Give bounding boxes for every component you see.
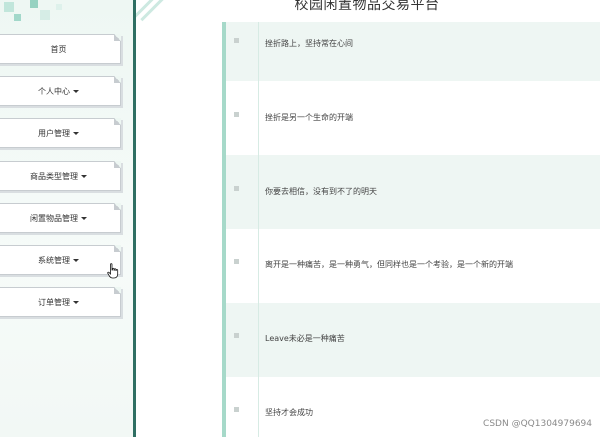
square-bullet-icon	[234, 407, 239, 412]
sidebar-item-label: 个人中心	[38, 86, 70, 96]
list-item[interactable]: Leave未必是一种痛苦	[226, 303, 600, 377]
square-bullet-icon	[234, 38, 239, 43]
list-item[interactable]: 挫折是另一个生命的开端	[226, 81, 600, 155]
sidebar-decoration	[0, 0, 133, 30]
list-item[interactable]: 挫折路上，坚持常在心间	[226, 22, 600, 81]
square-bullet-icon	[234, 186, 239, 191]
watermark-text: CSDN @QQ1304979694	[483, 419, 592, 429]
sidebar-item-label: 闲置物品管理	[30, 213, 78, 223]
list-item-text: 挫折路上，坚持常在心间	[265, 39, 353, 48]
sidebar-item-home[interactable]: 首页	[0, 34, 121, 64]
sidebar-item-product-type-management[interactable]: 商品类型管理	[0, 161, 121, 191]
list-item-text: 你要去相信，没有到不了的明天	[265, 187, 377, 196]
sidebar-item-personal-center[interactable]: 个人中心	[0, 76, 121, 106]
list-item-text: 离开是一种痛苦，是一种勇气，但同样也是一个考验，是一个新的开端	[265, 260, 513, 269]
caret-down-icon	[81, 216, 87, 220]
sidebar-item-label: 商品类型管理	[30, 171, 78, 181]
caret-down-icon	[73, 131, 79, 135]
square-bullet-icon	[234, 333, 239, 338]
caret-down-icon	[73, 89, 79, 93]
corner-fold-decoration	[114, 287, 121, 294]
sidebar-item-label: 用户管理	[38, 128, 70, 138]
sidebar: 首页 个人中心 用户管理 商品类型管理 闲置物品管理 系统管理 订单管理	[0, 0, 136, 437]
caret-down-icon	[73, 258, 79, 262]
sidebar-item-label: 系统管理	[38, 255, 70, 265]
list-item-text: 坚持才会成功	[265, 408, 313, 417]
app-root: 首页 个人中心 用户管理 商品类型管理 闲置物品管理 系统管理 订单管理 校园闲…	[0, 0, 600, 437]
corner-fold-decoration	[114, 161, 121, 168]
page-title: 校园闲置物品交易平台	[294, 0, 440, 13]
sidebar-item-idle-item-management[interactable]: 闲置物品管理	[0, 203, 121, 233]
corner-fold-decoration	[114, 34, 121, 41]
corner-fold-decoration	[114, 203, 121, 210]
content-gutter	[136, 0, 222, 437]
hand-pointer-icon	[107, 263, 119, 279]
sidebar-item-order-management[interactable]: 订单管理	[0, 287, 121, 317]
corner-fold-decoration	[114, 76, 121, 83]
gutter-decoration	[136, 0, 176, 24]
list-item[interactable]: 你要去相信，没有到不了的明天	[226, 155, 600, 229]
caret-down-icon	[81, 174, 87, 178]
sidebar-item-label: 订单管理	[38, 297, 70, 307]
sidebar-item-label: 首页	[50, 44, 67, 54]
square-bullet-icon	[234, 112, 239, 117]
square-bullet-icon	[234, 259, 239, 264]
corner-fold-decoration	[114, 118, 121, 125]
notice-list: 挫折路上，坚持常在心间 挫折是另一个生命的开端 你要去相信，没有到不了的明天 离…	[222, 22, 600, 437]
sidebar-item-system-management[interactable]: 系统管理	[0, 245, 121, 275]
list-divider-line	[258, 22, 259, 437]
caret-down-icon	[73, 300, 79, 304]
corner-fold-decoration	[114, 245, 121, 252]
sidebar-item-user-management[interactable]: 用户管理	[0, 118, 121, 148]
list-item-text: Leave未必是一种痛苦	[265, 334, 345, 343]
list-item-text: 挫折是另一个生命的开端	[265, 113, 353, 122]
list-item[interactable]: 离开是一种痛苦，是一种勇气，但同样也是一个考验，是一个新的开端	[226, 229, 600, 303]
